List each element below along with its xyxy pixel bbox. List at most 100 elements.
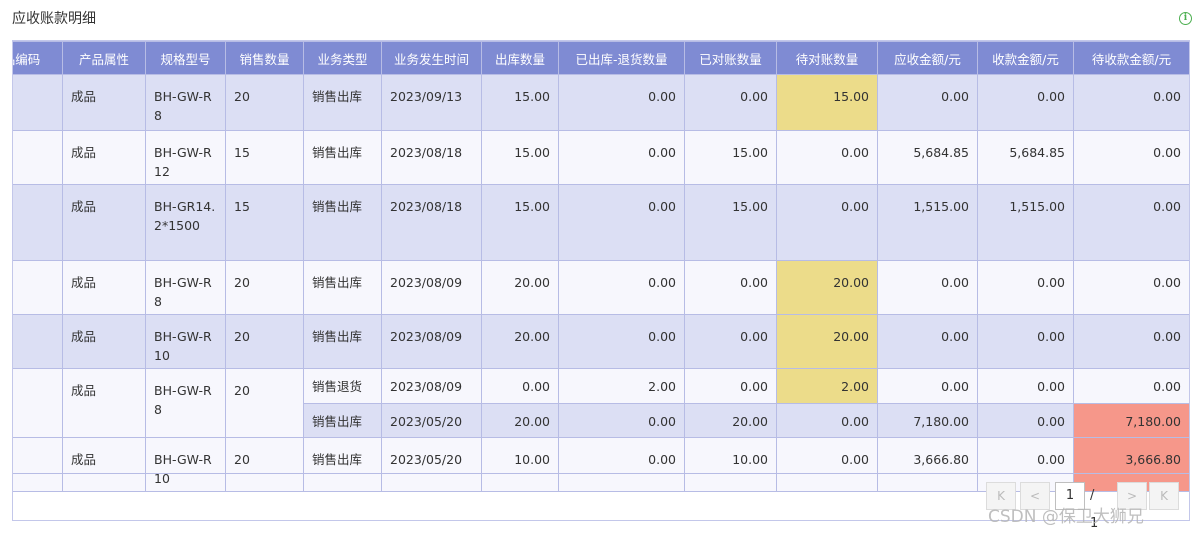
table-header-row: 品编码 产品属性 规格型号 销售数量 业务类型 业务发生时间 出库数量 已出库-… bbox=[13, 41, 1189, 75]
cell-net: 0.00 bbox=[558, 437, 685, 492]
cell-attr: 成品 bbox=[62, 260, 146, 315]
cell-received: 0.00 bbox=[977, 314, 1074, 369]
cell-qty: 15 bbox=[225, 184, 304, 261]
col-header-date[interactable]: 业务发生时间 bbox=[381, 41, 482, 75]
cell-code: 03 bbox=[13, 130, 63, 185]
receivables-table: 品编码 产品属性 规格型号 销售数量 业务类型 业务发生时间 出库数量 已出库-… bbox=[13, 41, 1189, 492]
info-icon[interactable]: i bbox=[1179, 12, 1192, 25]
cell-type: 销售出库 bbox=[303, 403, 382, 438]
cell-receivable: 7,180.00 bbox=[877, 403, 978, 438]
cell-pending: 0.00 bbox=[776, 403, 878, 438]
table-bottom-divider bbox=[13, 473, 1189, 474]
cell-checked: 0.00 bbox=[684, 260, 777, 315]
cell-spec: BH-GW-R8 bbox=[145, 368, 226, 438]
cell-due: 7,180.00 bbox=[1073, 403, 1189, 438]
col-header-spec[interactable]: 规格型号 bbox=[145, 41, 226, 75]
cell-out: 20.00 bbox=[481, 314, 559, 369]
cell-date: 2023/08/18 bbox=[381, 130, 482, 185]
cell-pending: 0.00 bbox=[776, 437, 878, 492]
cell-code: 04 bbox=[13, 184, 63, 261]
cell-net: 0.00 bbox=[558, 184, 685, 261]
cell-code: 01 bbox=[13, 74, 63, 131]
cell-due: 0.00 bbox=[1073, 368, 1189, 404]
table-row[interactable]: 03 成品 BH-GW-R12 15 销售出库 2023/08/18 15.00… bbox=[13, 130, 1189, 185]
cell-type: 销售退货 bbox=[303, 368, 382, 404]
cell-date: 2023/05/20 bbox=[381, 437, 482, 492]
col-header-code[interactable]: 品编码 bbox=[13, 41, 63, 75]
cell-out: 15.00 bbox=[481, 74, 559, 131]
cell-attr: 成品 bbox=[62, 184, 146, 261]
col-header-checked[interactable]: 已对账数量 bbox=[684, 41, 777, 75]
cell-qty: 20 bbox=[225, 74, 304, 131]
cell-out: 20.00 bbox=[481, 403, 559, 438]
table-row[interactable]: 01 成品 BH-GW-R8 20 销售退货 2023/08/09 0.00 2… bbox=[13, 368, 1189, 438]
cell-type: 销售出库 bbox=[303, 314, 382, 369]
cell-code: 02 bbox=[13, 437, 63, 492]
cell-checked: 20.00 bbox=[684, 403, 777, 438]
cell-qty: 15 bbox=[225, 130, 304, 185]
cell-attr: 成品 bbox=[62, 437, 146, 492]
last-page-button[interactable]: K bbox=[1149, 482, 1179, 510]
cell-due: 0.00 bbox=[1073, 314, 1189, 369]
col-header-received[interactable]: 收款金额/元 bbox=[977, 41, 1074, 75]
col-header-pending[interactable]: 待对账数量 bbox=[776, 41, 878, 75]
col-header-receivable[interactable]: 应收金额/元 bbox=[877, 41, 978, 75]
cell-attr: 成品 bbox=[62, 130, 146, 185]
cell-spec: BH-GW-R8 bbox=[145, 260, 226, 315]
col-header-out[interactable]: 出库数量 bbox=[481, 41, 559, 75]
table-row[interactable]: 01 成品 BH-GW-R8 20 销售出库 2023/08/09 20.00 … bbox=[13, 260, 1189, 315]
cell-received: 0.00 bbox=[977, 403, 1074, 438]
cell-received: 0.00 bbox=[977, 260, 1074, 315]
cell-pending: 0.00 bbox=[776, 184, 878, 261]
cell-receivable: 0.00 bbox=[877, 74, 978, 131]
cell-date: 2023/09/13 bbox=[381, 74, 482, 131]
cell-code: 01 bbox=[13, 260, 63, 315]
table-row[interactable]: 02 成品 BH-GW-R10 20 销售出库 2023/08/09 20.00… bbox=[13, 314, 1189, 369]
table-row[interactable]: 01 成品 BH-GW-R8 20 销售出库 2023/09/13 15.00 … bbox=[13, 74, 1189, 131]
col-header-type[interactable]: 业务类型 bbox=[303, 41, 382, 75]
cell-net: 0.00 bbox=[558, 74, 685, 131]
cell-due: 0.00 bbox=[1073, 184, 1189, 261]
cell-out: 20.00 bbox=[481, 260, 559, 315]
cell-date: 2023/08/09 bbox=[381, 260, 482, 315]
col-header-due[interactable]: 待收款金额/元 bbox=[1073, 41, 1189, 75]
cell-received: 0.00 bbox=[977, 368, 1074, 404]
cell-receivable: 0.00 bbox=[877, 314, 978, 369]
cell-out: 15.00 bbox=[481, 130, 559, 185]
cell-net: 2.00 bbox=[558, 368, 685, 404]
cell-qty: 20 bbox=[225, 314, 304, 369]
cell-qty: 20 bbox=[225, 260, 304, 315]
col-header-net[interactable]: 已出库-退货数量 bbox=[558, 41, 685, 75]
cell-receivable: 5,684.85 bbox=[877, 130, 978, 185]
cell-date: 2023/08/18 bbox=[381, 184, 482, 261]
cell-spec: BH-GR14.2*1500 bbox=[145, 184, 226, 261]
cell-attr: 成品 bbox=[62, 314, 146, 369]
col-header-attr[interactable]: 产品属性 bbox=[62, 41, 146, 75]
watermark: CSDN @保卫大狮兄 bbox=[988, 507, 1144, 527]
cell-received: 5,684.85 bbox=[977, 130, 1074, 185]
col-header-qty[interactable]: 销售数量 bbox=[225, 41, 304, 75]
cell-code: 02 bbox=[13, 314, 63, 369]
panel-title: 应收账款明细 bbox=[12, 11, 96, 27]
cell-qty: 20 bbox=[225, 437, 304, 492]
cell-net: 0.00 bbox=[558, 260, 685, 315]
cell-received: 0.00 bbox=[977, 74, 1074, 131]
cell-spec: BH-GW-R8 bbox=[145, 74, 226, 131]
cell-date: 2023/05/20 bbox=[381, 403, 482, 438]
table-row[interactable]: 04 成品 BH-GR14.2*1500 15 销售出库 2023/08/18 … bbox=[13, 184, 1189, 261]
cell-net: 0.00 bbox=[558, 130, 685, 185]
cell-checked: 15.00 bbox=[684, 130, 777, 185]
cell-pending: 20.00 bbox=[776, 314, 878, 369]
cell-type: 销售出库 bbox=[303, 74, 382, 131]
cell-out: 0.00 bbox=[481, 368, 559, 404]
cell-checked: 0.00 bbox=[684, 74, 777, 131]
cell-pending: 20.00 bbox=[776, 260, 878, 315]
cell-type: 销售出库 bbox=[303, 437, 382, 492]
receivables-table-container: 品编码 产品属性 规格型号 销售数量 业务类型 业务发生时间 出库数量 已出库-… bbox=[12, 40, 1190, 521]
cell-out: 10.00 bbox=[481, 437, 559, 492]
cell-pending: 2.00 bbox=[776, 368, 878, 404]
cell-pending: 15.00 bbox=[776, 74, 878, 131]
cell-receivable: 1,515.00 bbox=[877, 184, 978, 261]
cell-type: 销售出库 bbox=[303, 130, 382, 185]
cell-type: 销售出库 bbox=[303, 260, 382, 315]
